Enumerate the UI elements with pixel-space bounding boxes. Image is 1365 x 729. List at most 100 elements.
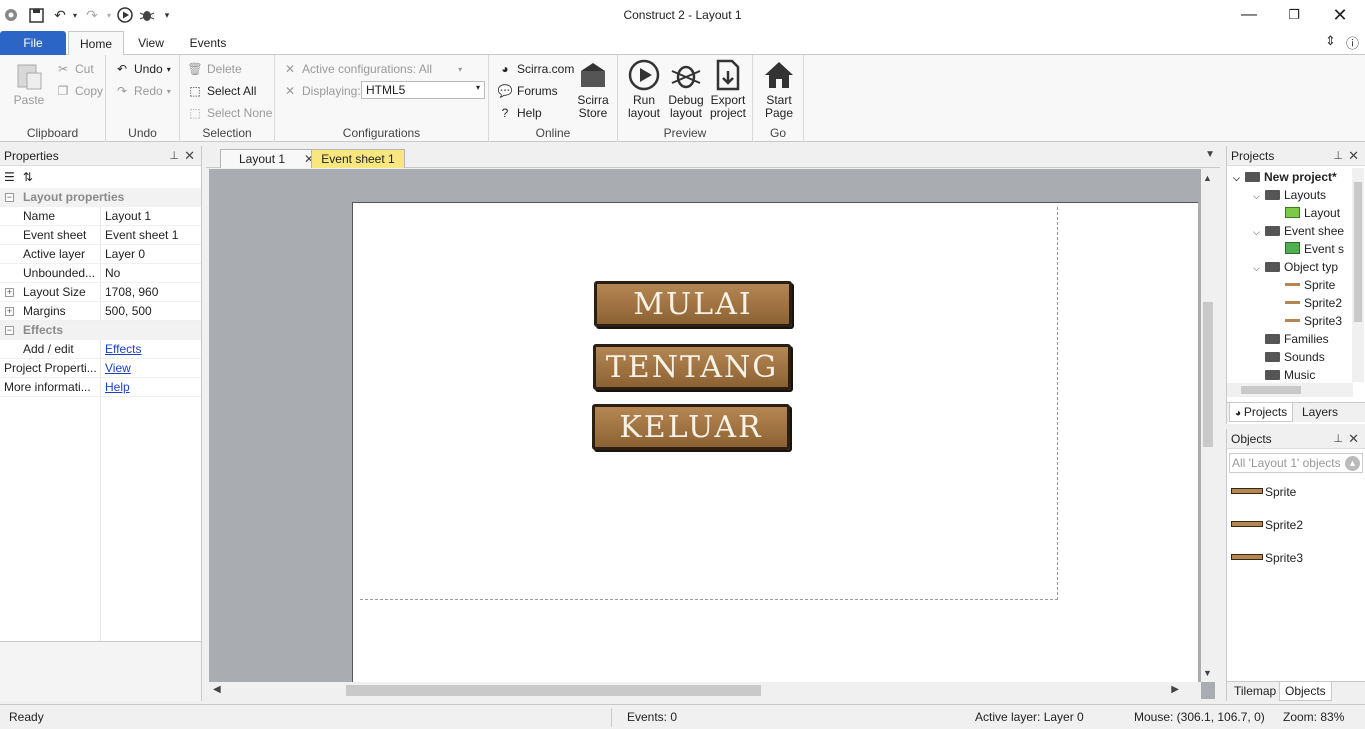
tab-tilemap[interactable]: Tilemap (1229, 682, 1281, 701)
pin-icon[interactable]: ⊥ (169, 146, 179, 166)
forums-link[interactable]: 💬 Forums (497, 82, 558, 100)
tree-families[interactable]: Families (1265, 330, 1329, 348)
tab-event-sheet-1[interactable]: Event sheet 1 (311, 149, 405, 168)
property-description (0, 641, 201, 701)
object-item-sprite2[interactable]: Sprite2 (1231, 516, 1303, 534)
minimize-button[interactable]: — (1229, 4, 1269, 26)
tab-layout-1[interactable]: Layout 1 ✕ (220, 149, 320, 168)
tree-project-root[interactable]: ⌵ New project* (1233, 168, 1337, 186)
document-tabs: Layout 1 ✕ Event sheet 1 ▼ (206, 146, 1220, 168)
help-link[interactable]: Help (105, 378, 130, 397)
status-zoom: Zoom: 83% (1283, 710, 1345, 724)
property-row[interactable]: + Layout Size 1708, 960 (0, 283, 201, 302)
select-none-icon: ⬚ (189, 106, 201, 120)
projects-vertical-scrollbar[interactable] (1352, 168, 1364, 382)
object-item-sprite[interactable]: Sprite (1231, 483, 1296, 501)
objects-header: Objects ⊥ ✕ (1227, 429, 1365, 449)
tree-event-sheets[interactable]: ⌵ Event shee (1253, 222, 1344, 240)
redo-button[interactable]: ↷ Redo ▾ (114, 82, 171, 100)
property-row[interactable]: Event sheet Event sheet 1 (0, 226, 201, 245)
undo-group: ↶ Undo ▾ ↷ Redo ▾ Undo (106, 55, 180, 142)
close-icon[interactable]: ✕ (1348, 146, 1359, 166)
categorized-icon[interactable]: ☰ (4, 170, 15, 184)
tab-events[interactable]: Events (182, 31, 234, 55)
ribbon: Paste ✂ Cut ❐ Copy Clipboard ↶ Undo ▾ ↷ Redo ▾… (0, 55, 1365, 142)
close-button[interactable]: ✕ (1320, 4, 1360, 26)
sprite-icon (1285, 301, 1300, 304)
horizontal-scrollbar[interactable]: ◀ ▶ (209, 682, 1201, 699)
property-row[interactable]: Name Layout 1 (0, 207, 201, 226)
paste-button[interactable]: Paste (10, 59, 48, 107)
object-item-sprite3[interactable]: Sprite3 (1231, 549, 1303, 567)
start-page-button[interactable]: Start Page (760, 59, 798, 120)
run-layout-button[interactable]: Run layout (625, 59, 663, 120)
up-folder-icon[interactable]: ▲ (1345, 456, 1360, 471)
close-icon[interactable]: ✕ (184, 146, 195, 166)
sprite-tentang[interactable]: TENTANG (593, 344, 791, 390)
copy-button[interactable]: ❐ Copy (55, 82, 103, 100)
export-project-button[interactable]: Export project (708, 59, 748, 120)
sort-az-icon[interactable]: ⇅ (23, 170, 33, 184)
effects-link[interactable]: Effects (105, 340, 141, 359)
property-row[interactable]: Active layer Layer 0 (0, 245, 201, 264)
status-ready: Ready (9, 710, 44, 724)
property-row[interactable]: Project Properti... View (0, 359, 201, 378)
debug-layout-button[interactable]: Debug layout (666, 59, 706, 120)
sprite-thumbnail (1231, 488, 1263, 494)
objects-tabs: Tilemap Objects (1227, 681, 1365, 701)
tab-projects[interactable]: ◕ Projects (1229, 403, 1294, 422)
close-icon[interactable]: ✕ (1348, 429, 1359, 449)
help-link[interactable]: ? Help (497, 104, 542, 122)
tools-icon: ✕ (284, 62, 296, 76)
online-label: Online (535, 126, 571, 140)
layout-canvas[interactable]: MULAI TENTANG KELUAR (352, 202, 1198, 682)
undo-label: Undo (128, 126, 157, 140)
cut-button[interactable]: ✂ Cut (55, 60, 94, 78)
select-none-button[interactable]: ⬚ Select None (187, 104, 272, 122)
ribbon-minimize-icon[interactable]: ⇕ (1325, 33, 1336, 52)
about-icon[interactable]: ⓘ (1346, 33, 1359, 52)
scirra-link[interactable]: ◕ Scirra.com (497, 60, 574, 78)
property-row[interactable]: + Margins 500, 500 (0, 302, 201, 321)
property-row[interactable]: Unbounded... No (0, 264, 201, 283)
objects-panel: Objects ⊥ ✕ All 'Layout 1' objects ▲ Spri… (1226, 429, 1365, 701)
delete-button[interactable]: 🗑 Delete (187, 60, 241, 78)
folder-icon (1265, 190, 1280, 200)
pin-icon[interactable]: ⊥ (1333, 146, 1343, 166)
tab-file[interactable]: File (0, 31, 66, 55)
window-title: Construct 2 - Layout 1 (623, 8, 742, 22)
active-configurations-button[interactable]: ✕ Active configurations: All ▾ (282, 60, 462, 78)
tree-layouts[interactable]: ⌵ Layouts (1253, 186, 1326, 204)
sprite-keluar[interactable]: KELUAR (592, 404, 790, 450)
tree-sprite2[interactable]: Sprite2 (1285, 294, 1342, 312)
effects-category[interactable]: − Effects (0, 321, 201, 340)
tree-event-sheet-1[interactable]: Event s (1285, 240, 1344, 258)
clipboard-group: Paste ✂ Cut ❐ Copy Clipboard (0, 55, 106, 142)
tab-layers[interactable]: Layers (1297, 403, 1343, 422)
displaying-select[interactable]: HTML5 ▾ (361, 81, 485, 99)
undo-button[interactable]: ↶ Undo ▾ (114, 60, 171, 78)
tree-object-types[interactable]: ⌵ Object typ (1253, 258, 1338, 276)
tree-sprite3[interactable]: Sprite3 (1285, 312, 1342, 330)
sprite-mulai[interactable]: MULAI (594, 281, 792, 327)
tab-objects[interactable]: Objects (1279, 682, 1332, 701)
tree-sounds[interactable]: Sounds (1265, 348, 1325, 366)
tabs-dropdown-icon[interactable]: ▼ (1205, 149, 1215, 160)
view-link[interactable]: View (105, 359, 131, 378)
select-all-button[interactable]: ⬚ Select All (187, 82, 256, 100)
tree-music[interactable]: Music (1265, 366, 1315, 384)
scirra-store-button[interactable]: Scirra Store (575, 59, 611, 120)
tree-layout-1[interactable]: Layout (1285, 204, 1340, 222)
tree-sprite[interactable]: Sprite (1285, 276, 1335, 294)
layout-editor[interactable]: MULAI TENTANG KELUAR ▲ ▼ ◀ ▶ (209, 169, 1215, 699)
pin-icon[interactable]: ⊥ (1333, 429, 1343, 449)
property-row[interactable]: More informati... Help (0, 378, 201, 397)
layout-properties-category[interactable]: − Layout properties (0, 188, 201, 207)
objects-filter[interactable]: All 'Layout 1' objects ▲ (1229, 453, 1363, 473)
restore-button[interactable]: ❐ (1274, 4, 1314, 26)
tab-view[interactable]: View (130, 31, 172, 55)
vertical-scrollbar[interactable]: ▲ ▼ (1201, 169, 1215, 682)
property-row[interactable]: Add / edit Effects (0, 340, 201, 359)
tab-home[interactable]: Home (68, 31, 124, 56)
projects-horizontal-scrollbar[interactable] (1227, 383, 1353, 397)
